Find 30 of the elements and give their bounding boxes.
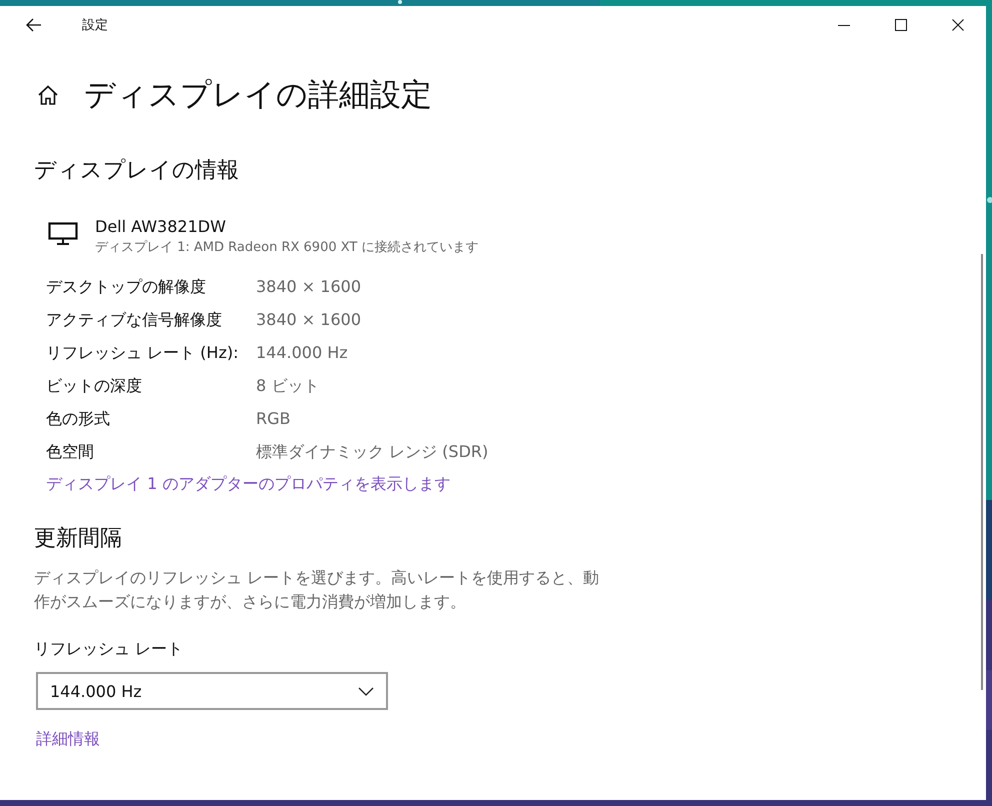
info-value: 3840 × 1600 [256, 309, 362, 331]
more-info-link[interactable]: 詳細情報 [36, 728, 100, 750]
home-icon[interactable] [37, 84, 59, 106]
page-heading: ディスプレイの詳細設定 [84, 76, 432, 115]
description-text: ディスプレイのリフレッシュ レートを選びます。高いレートを使用すると、動作がスムーズになりますが、さらに電力消費が増加します。 [34, 567, 600, 613]
monitor-name: Dell AW3821DW [95, 216, 227, 238]
chevron-down-icon [358, 686, 374, 696]
field-label: リフレッシュ レート [34, 638, 184, 660]
monitor-icon [48, 222, 78, 246]
info-value: 144.000 Hz [256, 342, 349, 364]
info-value: 3840 × 1600 [256, 276, 362, 298]
info-value: 標準ダイナミック レンジ (SDR) [256, 441, 488, 463]
scrollbar[interactable] [981, 254, 983, 690]
info-value: 8 ビット [256, 375, 320, 397]
maximize-icon [894, 19, 906, 31]
info-label: デスクトップの解像度 [46, 276, 207, 298]
section-heading: ディスプレイの情報 [34, 157, 239, 185]
close-icon [952, 19, 964, 31]
info-label: 色空間 [46, 441, 95, 463]
section-heading: 更新間隔 [34, 525, 122, 553]
back-arrow-icon [26, 18, 42, 32]
info-label: アクティブな信号解像度 [46, 309, 223, 331]
refresh-rate-dropdown[interactable]: 144.000 Hz [36, 672, 388, 710]
info-label: ビットの深度 [46, 375, 143, 397]
info-label: リフレッシュ レート (Hz): [46, 342, 240, 364]
info-value: RGB [256, 408, 292, 430]
info-label: 色の形式 [46, 408, 111, 430]
adapter-properties-link[interactable]: ディスプレイ 1 のアダプターのプロパティを表示します [46, 473, 450, 495]
window-title: 設定 [82, 17, 108, 34]
connection-text: ディスプレイ 1: AMD Radeon RX 6900 XT に接続されています [95, 239, 478, 257]
